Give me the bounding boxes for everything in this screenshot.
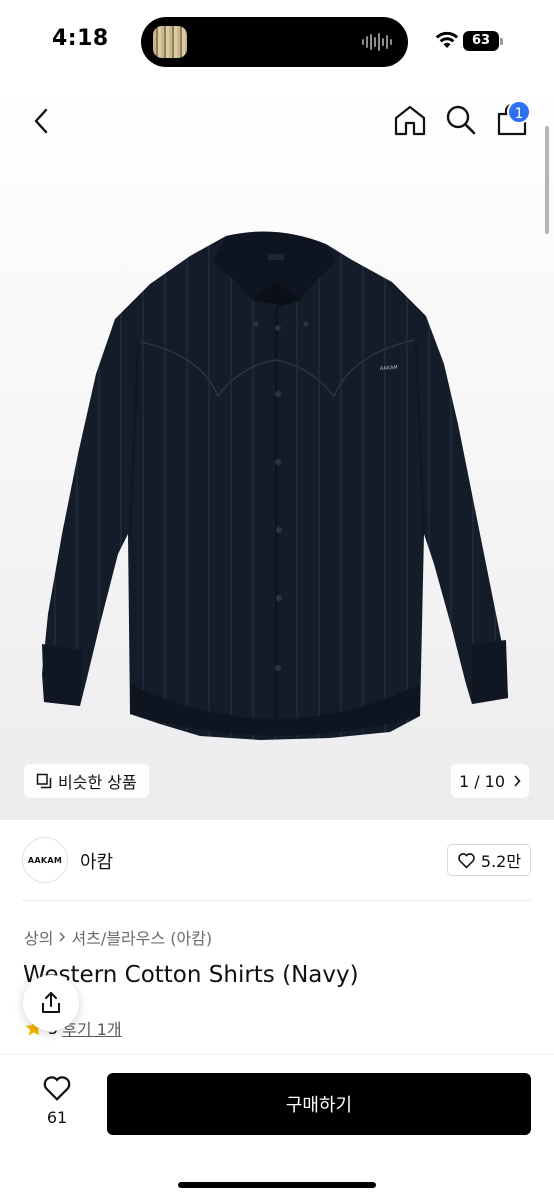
- brand-like-count: 5.2만: [480, 852, 522, 871]
- similar-products-label: 비슷한 상품: [58, 773, 137, 792]
- back-button[interactable]: [26, 104, 56, 138]
- share-button[interactable]: [23, 975, 79, 1031]
- breadcrumb: 상의 셔츠/블라우스 (아캄): [24, 925, 212, 949]
- breadcrumb-item[interactable]: 셔츠/블라우스 (아캄): [71, 925, 212, 949]
- dynamic-island: [141, 17, 408, 67]
- brand-logo-text: AAKAM: [27, 855, 63, 865]
- search-icon[interactable]: [443, 102, 479, 138]
- svg-text:AAKAM: AAKAM: [380, 365, 398, 372]
- scroll-indicator: [545, 126, 549, 234]
- image-counter-text: 1 / 10: [458, 771, 506, 791]
- chevron-right-icon: [59, 932, 66, 942]
- share-icon: [42, 992, 60, 1013]
- breadcrumb-item[interactable]: 상의: [24, 925, 53, 949]
- wifi-icon: [435, 31, 459, 48]
- battery-level: 63: [463, 31, 499, 51]
- copy-icon: [36, 773, 52, 789]
- product-title: Western Cotton Shirts (Navy): [23, 962, 359, 988]
- chevron-left-icon: [34, 108, 48, 134]
- brand-name[interactable]: 아캄: [80, 848, 113, 874]
- status-time: 4:18: [52, 26, 109, 51]
- product-shirt-image: AAKAM: [42, 231, 508, 740]
- heart-icon: [43, 1076, 71, 1101]
- heart-icon: [458, 852, 475, 869]
- buy-button-label: 구매하기: [285, 1095, 353, 1116]
- image-counter-button[interactable]: 1 / 10: [451, 764, 529, 798]
- wishlist-count: 61: [46, 1108, 68, 1127]
- product-image-gallery[interactable]: AAKAM: [0, 84, 554, 820]
- buy-button[interactable]: 구매하기: [107, 1073, 531, 1135]
- brand-logo[interactable]: AAKAM: [22, 837, 68, 883]
- divider: [22, 900, 532, 901]
- cart-count-badge: 1: [507, 100, 531, 124]
- status-bar: 4:18 63: [0, 0, 554, 84]
- wishlist-button[interactable]: 61: [32, 1074, 82, 1134]
- battery-cap: [500, 38, 503, 45]
- home-icon[interactable]: [392, 102, 428, 138]
- chevron-right-icon: [514, 775, 521, 787]
- similar-products-button[interactable]: 비슷한 상품: [24, 764, 149, 798]
- now-playing-artwork: [153, 26, 187, 58]
- home-indicator: [178, 1182, 376, 1188]
- brand-like-button[interactable]: 5.2만: [447, 844, 531, 876]
- audio-wave-icon: [362, 32, 392, 52]
- battery-indicator: 63: [463, 31, 505, 51]
